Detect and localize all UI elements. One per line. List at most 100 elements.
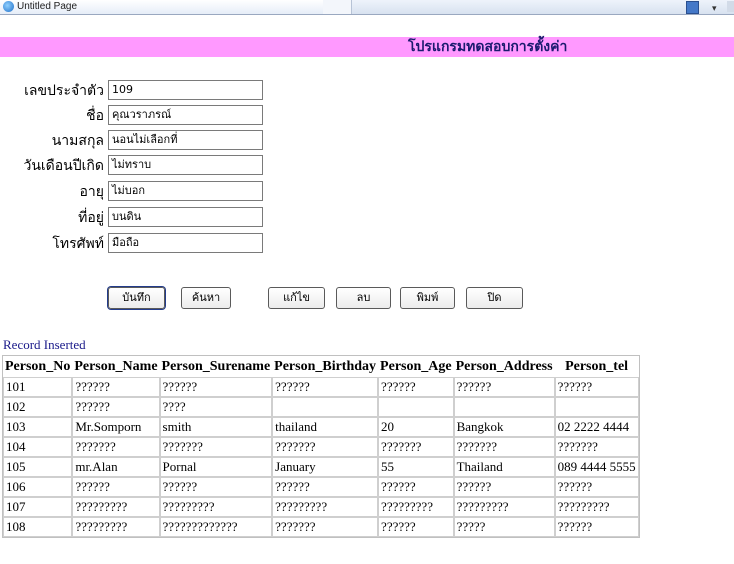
table-cell: 103 [3, 417, 73, 437]
birthday-field[interactable]: ไม่ทราบ [108, 155, 263, 175]
table-cell: ?????? [159, 477, 273, 497]
table-cell: Mr.Somporn [72, 417, 160, 437]
table-cell: ?????? [72, 397, 160, 417]
table-cell: Bangkok [453, 417, 555, 437]
column-header: Person_Address [455, 358, 553, 374]
edit-button[interactable]: แก้ไข [268, 287, 325, 309]
table-cell: ????????? [72, 517, 160, 537]
print-icon[interactable] [727, 1, 734, 12]
table-cell: ????????? [159, 497, 273, 517]
table-cell: ?????? [272, 377, 379, 397]
address-field[interactable]: บนดิน [108, 207, 263, 227]
table-cell: mr.Alan [72, 457, 160, 477]
table-cell: ????????? [72, 497, 160, 517]
label-id: เลขประจำตัว [24, 83, 104, 99]
table-cell: 089 4444 5555 [554, 457, 639, 477]
table-cell: ??????? [272, 437, 379, 457]
table-cell: January [272, 457, 379, 477]
table-cell: Thailand [453, 457, 555, 477]
delete-button[interactable]: ลบ [336, 287, 391, 309]
table-cell: ?????? [378, 517, 454, 537]
browser-tab[interactable]: Untitled Page [0, 0, 324, 14]
table-row: 104 ??????? ??????? ??????? ??????? ????… [3, 437, 639, 457]
table-cell: ????????? [378, 497, 454, 517]
column-header: Person_Surename [161, 358, 271, 374]
table-cell [378, 397, 454, 417]
table-cell: ???? [159, 397, 273, 417]
table-cell: ?????? [554, 477, 639, 497]
table-cell: 101 [3, 377, 73, 397]
column-header: Person_No [5, 358, 71, 374]
table-row: 105 mr.Alan Pornal January 55 Thailand 0… [3, 457, 639, 477]
table-cell: ?????? [72, 377, 160, 397]
form-row-birthday: วันเดือนปีเกิด [0, 155, 104, 177]
records-table: Person_No Person_Name Person_Surename Pe… [2, 355, 640, 538]
save-button[interactable]: บันทึก [108, 287, 165, 309]
phone-field[interactable]: มือถือ [108, 233, 263, 253]
column-header: Person_Age [380, 358, 452, 374]
label-name: ชื่อ [86, 108, 104, 124]
id-field[interactable]: 109 [108, 80, 263, 100]
form-row-id: เลขประจำตัว [0, 80, 104, 102]
table-cell: ????????? [272, 497, 379, 517]
form-row-name: ชื่อ [0, 105, 104, 127]
tab-title: Untitled Page [17, 1, 78, 12]
ie-icon [3, 1, 14, 12]
table-row: 107 ????????? ????????? ????????? ??????… [3, 497, 639, 517]
table-cell: ?????? [72, 477, 160, 497]
column-header: Person_tel [565, 358, 629, 374]
surname-field[interactable]: นอนไม่เลือกที่ [108, 130, 263, 150]
table-cell: 104 [3, 437, 73, 457]
label-address: ที่อยู่ [78, 210, 104, 226]
label-surname: นามสกุล [51, 133, 104, 149]
form-row-surname: นามสกุล [0, 130, 104, 152]
search-button[interactable]: ค้นหา [181, 287, 231, 309]
form-row-address: ที่อยู่ [0, 207, 104, 229]
table-row: 108 ????????? ????????????? ??????? ????… [3, 517, 639, 537]
page-header: โปรแกรมทดสอบการตั้งค่า [0, 37, 734, 57]
name-field[interactable]: คุณวราภรณ์ [108, 105, 263, 125]
rss-icon[interactable] [686, 1, 699, 14]
table-cell [453, 397, 555, 417]
table-cell: ??????? [272, 517, 379, 537]
table-cell: 106 [3, 477, 73, 497]
close-button[interactable]: ปิด [466, 287, 523, 309]
table-cell: 102 [3, 397, 73, 417]
table-cell: ?????? [378, 477, 454, 497]
form-row-age: อายุ [0, 181, 104, 203]
table-cell: smith [159, 417, 273, 437]
table-cell: ??????? [453, 437, 555, 457]
table-header-row: Person_No Person_Name Person_Surename Pe… [3, 356, 639, 377]
table-row: 102 ?????? ???? [3, 397, 639, 417]
table-cell: ??????? [554, 437, 639, 457]
table-cell: 02 2222 4444 [554, 417, 639, 437]
table-cell: ?????? [453, 477, 555, 497]
label-phone: โทรศัพท์ [52, 236, 104, 252]
column-header: Person_Birthday [274, 358, 377, 374]
label-age: อายุ [79, 184, 104, 200]
label-birthday: วันเดือนปีเกิด [23, 158, 104, 174]
table-cell: ????? [453, 517, 555, 537]
table-cell [554, 397, 639, 417]
table-cell: ????????????? [159, 517, 273, 537]
table-cell: ??????? [378, 437, 454, 457]
table-cell: ?????? [554, 377, 639, 397]
table-cell: Pornal [159, 457, 273, 477]
page-title: โปรแกรมทดสอบการตั้งค่า [408, 39, 568, 55]
table-cell: ?????? [378, 377, 454, 397]
new-tab-area[interactable] [323, 0, 352, 14]
table-cell: 108 [3, 517, 73, 537]
table-cell: ??????? [72, 437, 160, 457]
table-row: 101 ?????? ?????? ?????? ?????? ?????? ?… [3, 377, 639, 397]
table-cell: 55 [378, 457, 454, 477]
table-cell: 107 [3, 497, 73, 517]
browser-tab-bar: Untitled Page ▾ [0, 0, 734, 15]
table-cell: ??????? [159, 437, 273, 457]
print-button[interactable]: พิมพ์ [400, 287, 455, 309]
age-field[interactable]: ไม่บอก [108, 181, 263, 201]
column-header: Person_Name [74, 358, 158, 374]
table-cell: 105 [3, 457, 73, 477]
table-cell: ?????? [453, 377, 555, 397]
table-cell: ????????? [453, 497, 555, 517]
dropdown-icon[interactable]: ▾ [712, 3, 717, 14]
